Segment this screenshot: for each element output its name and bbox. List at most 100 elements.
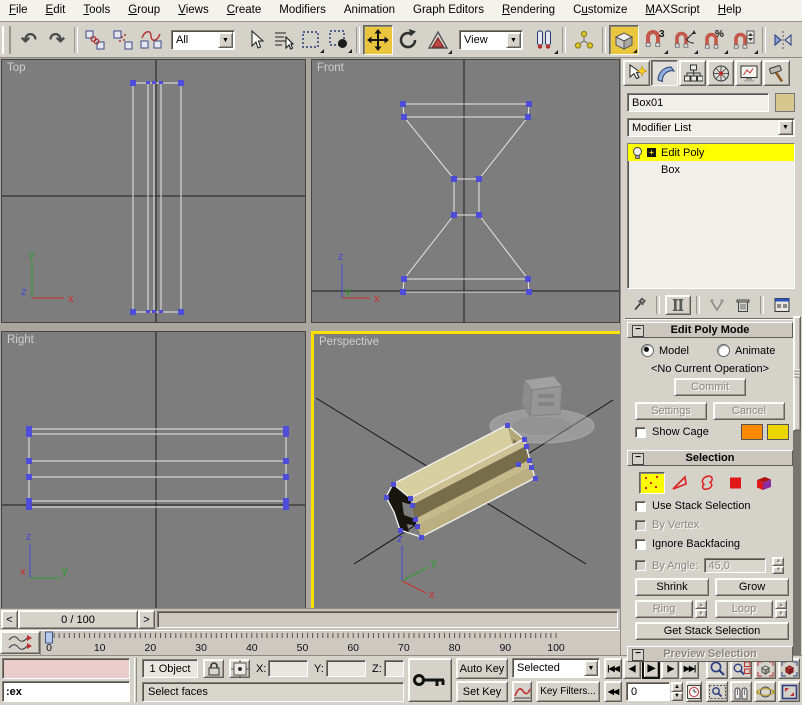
viewport-perspective[interactable]: zyx Perspective [311, 331, 624, 613]
toolbar-grip[interactable] [2, 26, 11, 54]
viewport-label[interactable]: Perspective [319, 336, 379, 348]
configure-modifier-sets-button[interactable] [769, 295, 795, 315]
select-and-link-button[interactable] [81, 26, 109, 54]
object-name-field[interactable]: Box01 [627, 93, 769, 112]
select-and-manipulate-button[interactable] [569, 25, 599, 55]
key-mode-toggle-button[interactable]: ◀◀ [604, 681, 622, 702]
viewport-label[interactable]: Right [7, 334, 34, 346]
absolute-offset-toggle-button[interactable] [229, 659, 250, 678]
menu-item-maxscript[interactable]: MAXScript [636, 0, 708, 19]
track-bar-ruler[interactable]: 0102030405060708090100 [40, 631, 620, 655]
time-slider-prev-button[interactable]: < [1, 610, 18, 629]
tab-create[interactable] [623, 60, 650, 86]
redo-button[interactable]: ↷ [43, 26, 71, 54]
make-unique-button[interactable] [705, 295, 729, 315]
remove-modifier-button[interactable] [731, 295, 755, 315]
y-coordinate-field[interactable] [326, 660, 366, 677]
menu-item-rendering[interactable]: Rendering [493, 0, 564, 19]
arc-rotate-button[interactable] [754, 681, 776, 702]
radio-model[interactable]: Model [641, 344, 689, 357]
mirror-button[interactable] [769, 26, 797, 54]
menu-item-tools[interactable]: Tools [74, 0, 119, 19]
menu-item-views[interactable]: Views [169, 0, 217, 19]
rectangular-selection-region-button[interactable] [297, 26, 325, 54]
snap-3d-button[interactable]: 3 [639, 25, 669, 55]
menu-item-modifiers[interactable]: Modifiers [270, 0, 335, 19]
tab-display[interactable] [735, 60, 762, 86]
modifier-list-dropdown[interactable]: Modifier List ▼ [627, 118, 795, 137]
pin-stack-button[interactable] [627, 295, 651, 315]
radio-model-icon[interactable] [641, 344, 654, 357]
by-angle-field[interactable]: 45,0 [704, 558, 766, 573]
select-and-scale-button[interactable] [423, 25, 453, 55]
zoom-region-button[interactable] [706, 681, 728, 702]
key-filters-button[interactable]: Key Filters... [536, 681, 600, 702]
set-keys-button[interactable] [408, 658, 452, 702]
get-stack-selection-button[interactable]: Get Stack Selection [635, 622, 789, 640]
open-mini-curve-editor-button[interactable] [0, 631, 40, 654]
frame-spinner[interactable]: ▲ ▼ [671, 682, 683, 701]
ring-spinner[interactable]: ▲ ▼ [695, 600, 707, 618]
loop-button[interactable]: Loop [715, 600, 773, 618]
border-subobject-button[interactable] [695, 472, 721, 494]
undo-button[interactable]: ↶ [15, 26, 43, 54]
tab-hierarchy[interactable] [679, 60, 706, 86]
go-to-start-button[interactable]: |◀◀ [604, 658, 622, 679]
snaps-toggle-button[interactable] [609, 25, 639, 55]
percent-snap-toggle-button[interactable]: % [699, 25, 729, 55]
element-subobject-button[interactable] [751, 472, 777, 494]
selection-filter-dropdown[interactable]: All ▼ [171, 30, 235, 50]
use-stack-selection-checkbox[interactable] [635, 501, 646, 512]
commit-button[interactable]: Commit [674, 378, 746, 396]
settings-button[interactable]: Settings [635, 402, 707, 420]
tab-utilities[interactable] [763, 60, 790, 86]
maxscript-macro-pane[interactable] [2, 658, 130, 679]
auto-key-button[interactable]: Auto Key [456, 658, 508, 679]
command-panel-scrollbar[interactable] [793, 316, 801, 655]
object-color-swatch[interactable] [775, 93, 795, 112]
spinner-up-icon[interactable]: ▲ [772, 557, 784, 566]
menu-item-create[interactable]: Create [218, 0, 271, 19]
viewport-front[interactable]: zxy Front [311, 59, 620, 323]
scrollbar-thumb[interactable] [793, 316, 801, 431]
modifier-bulb-icon[interactable] [631, 146, 644, 160]
radio-animate-icon[interactable] [717, 344, 730, 357]
pan-button[interactable] [730, 681, 752, 702]
menu-item-group[interactable]: Group [119, 0, 169, 19]
time-slider-next-button[interactable]: > [138, 610, 155, 629]
key-tangents-button[interactable] [512, 681, 532, 702]
time-configuration-button[interactable] [686, 681, 702, 702]
window-crossing-button[interactable] [325, 26, 353, 54]
rollout-header-preview-selection[interactable]: − Preview Selection [627, 646, 793, 662]
ring-button[interactable]: Ring [635, 600, 693, 618]
tab-modify[interactable] [651, 60, 678, 86]
cancel-button[interactable]: Cancel [713, 402, 785, 420]
z-coordinate-field[interactable] [384, 660, 404, 677]
maximize-viewport-toggle-button[interactable] [778, 681, 800, 702]
dropdown-arrow-icon[interactable]: ▼ [218, 32, 233, 48]
by-angle-spinner[interactable]: ▲ ▼ [772, 557, 784, 574]
select-by-name-button[interactable] [269, 26, 297, 54]
tab-motion[interactable] [707, 60, 734, 86]
by-angle-checkbox[interactable] [635, 560, 646, 571]
by-vertex-checkbox[interactable] [635, 520, 646, 531]
spinner-down-icon[interactable]: ▼ [772, 566, 784, 575]
spinner-snap-toggle-button[interactable] [729, 25, 759, 55]
reference-coordinate-system-dropdown[interactable]: View ▼ [459, 30, 523, 50]
loop-spinner[interactable]: ▲ ▼ [775, 600, 787, 618]
viewport-top[interactable]: yxz Top [1, 59, 306, 323]
time-slider-handle[interactable]: 0 / 100 [18, 610, 138, 629]
menu-item-help[interactable]: Help [709, 0, 751, 19]
dropdown-arrow-icon[interactable]: ▼ [778, 120, 793, 135]
modifier-stack-row-edit-poly[interactable]: +Edit Poly [628, 144, 794, 161]
ignore-backfacing-checkbox[interactable] [635, 539, 646, 550]
bind-to-space-warp-button[interactable] [137, 26, 165, 54]
current-frame-field[interactable]: 0 [626, 682, 670, 701]
spinner-down-icon[interactable]: ▼ [695, 609, 707, 618]
menu-item-edit[interactable]: Edit [37, 0, 75, 19]
spinner-up-icon[interactable]: ▲ [671, 682, 683, 692]
viewport-label[interactable]: Top [7, 62, 26, 74]
statusbar-splitter[interactable] [134, 658, 137, 702]
modifier-stack-row-box[interactable]: Box [628, 161, 794, 178]
dropdown-arrow-icon[interactable]: ▼ [584, 660, 598, 676]
